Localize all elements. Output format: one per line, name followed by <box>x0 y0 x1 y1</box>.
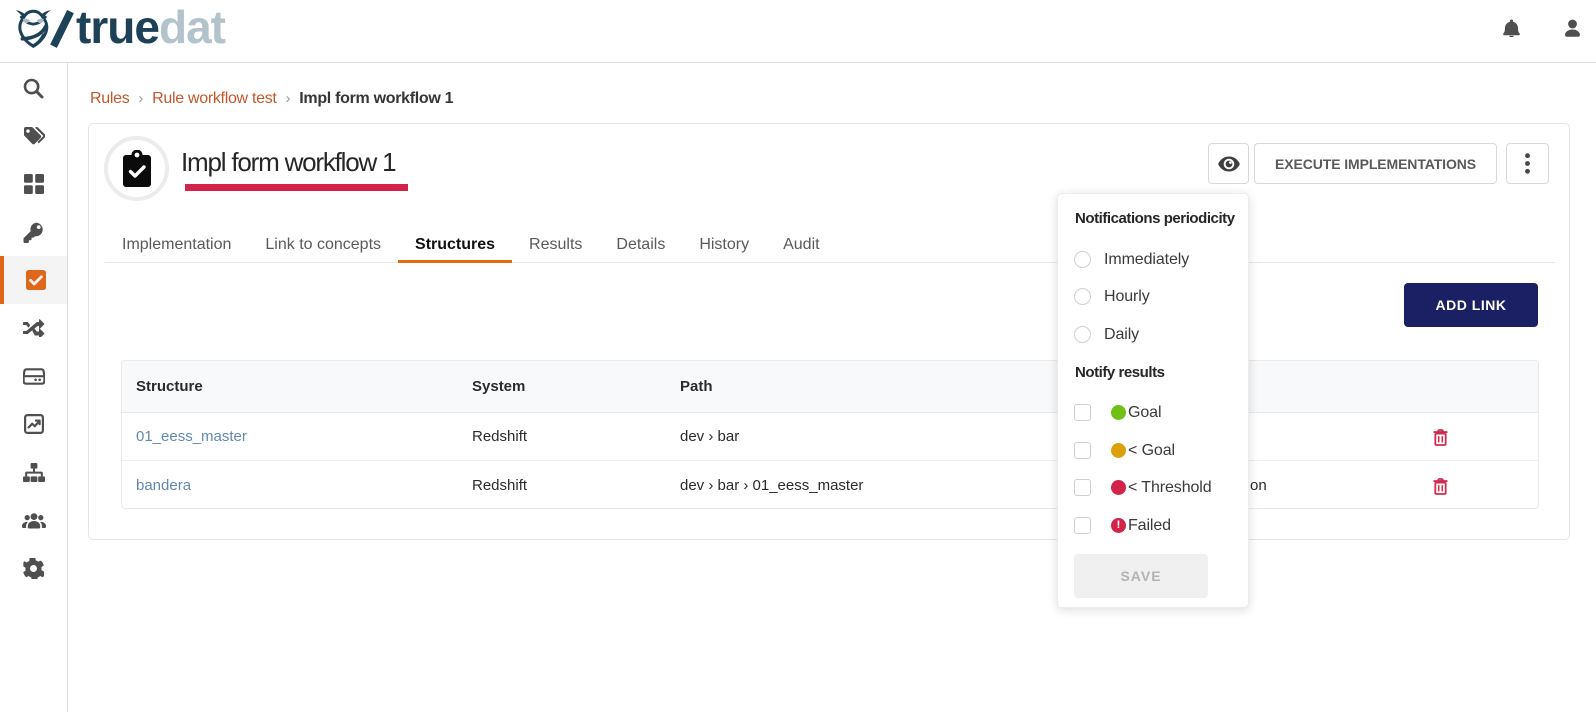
svg-text:dat: dat <box>159 1 226 53</box>
svg-text:true: true <box>76 1 159 53</box>
